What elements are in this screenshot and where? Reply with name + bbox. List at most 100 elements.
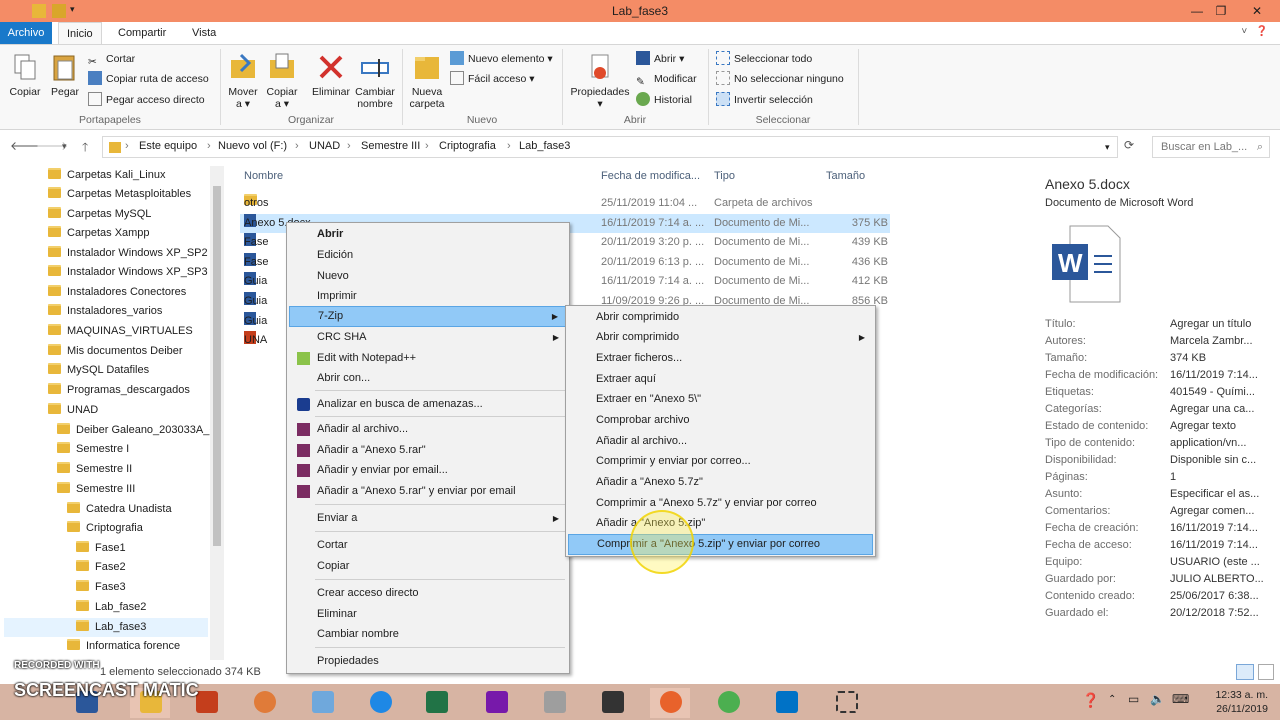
edit-button[interactable]: ✎ Modificar	[636, 70, 697, 88]
tray-arrow-icon[interactable]: ⌃	[1108, 694, 1116, 705]
menu-item-analizar[interactable]: Analizar en busca de amenazas...	[289, 394, 567, 415]
taskbar-excel[interactable]	[416, 688, 456, 718]
open-button[interactable]: Abrir ▾	[636, 50, 684, 68]
property-value[interactable]: Agregar una ca...	[1170, 403, 1275, 415]
system-clock[interactable]: 12:33 a. m. 26/11/2019	[1196, 688, 1268, 716]
menu-item-winrar-rar-email[interactable]: Añadir a "Anexo 5.rar" y enviar por emai…	[289, 481, 567, 502]
taskbar-onenote[interactable]	[476, 688, 516, 718]
tree-item[interactable]: Fase1	[76, 539, 126, 558]
delete-button[interactable]: Eliminar	[308, 51, 354, 98]
tree-item[interactable]: Fase2	[76, 558, 126, 577]
easy-access-button[interactable]: Fácil acceso ▾	[450, 70, 535, 88]
rename-button[interactable]: Cambiar nombre	[352, 51, 398, 110]
submenu-item[interactable]: Extraer ficheros...	[596, 348, 682, 369]
property-value[interactable]: Agregar un título	[1170, 318, 1275, 330]
tree-item[interactable]: Deiber Galeano_203033A_6	[57, 421, 215, 440]
tree-item[interactable]: UNAD	[48, 401, 98, 420]
cut-button[interactable]: ✂ Cortar	[88, 50, 135, 68]
help-icon[interactable]: ˅ ❓	[1241, 26, 1268, 37]
tree-item[interactable]: Programas_descargados	[48, 381, 190, 400]
scrollbar-thumb[interactable]	[213, 186, 221, 546]
column-header-fecha[interactable]: Fecha de modifica...	[601, 170, 700, 182]
taskbar-camera[interactable]	[592, 688, 632, 718]
tab-vista[interactable]: Vista	[184, 22, 224, 44]
submenu-item[interactable]: Comprobar archivo	[596, 410, 690, 431]
tree-item[interactable]: Informatica forence	[67, 637, 180, 656]
crumb-nuevo-vol[interactable]: Nuevo vol (F:)	[218, 140, 287, 152]
large-icons-view-icon[interactable]	[1258, 664, 1274, 680]
property-value[interactable]: Agregar comen...	[1170, 505, 1275, 517]
menu-item-winrar-add[interactable]: Añadir al archivo...	[289, 419, 567, 440]
invert-selection-button[interactable]: Invertir selección	[716, 91, 813, 109]
column-header-nombre[interactable]: Nombre	[244, 170, 283, 182]
paste-shortcut-button[interactable]: Pegar acceso directo	[88, 91, 205, 109]
property-value[interactable]: Especificar el as...	[1170, 488, 1275, 500]
submenu-item[interactable]: Comprimir a "Anexo 5.7z" y enviar por co…	[596, 493, 817, 514]
tree-item[interactable]: Catedra Unadista	[67, 500, 172, 519]
crumb-criptografia[interactable]: Criptografia	[439, 140, 496, 152]
taskbar-app[interactable]	[244, 688, 284, 718]
column-header-tipo[interactable]: Tipo	[714, 170, 735, 182]
taskbar-tool[interactable]	[534, 688, 574, 718]
close-button[interactable]: ✕	[1240, 0, 1274, 22]
menu-item-crear-acceso[interactable]: Crear acceso directo	[317, 583, 419, 604]
search-input[interactable]: Buscar en Lab_... ⌕	[1152, 136, 1270, 158]
paste-button[interactable]: Pegar	[46, 51, 84, 98]
tree-item-selected[interactable]: Lab_fase3	[4, 618, 208, 637]
details-view-icon[interactable]	[1236, 664, 1254, 680]
taskbar-chrome[interactable]	[708, 688, 748, 718]
tree-item[interactable]: Carpetas Metasploitables	[48, 185, 191, 204]
taskbar-app-2[interactable]	[302, 688, 342, 718]
language-icon[interactable]: ⌨	[1172, 692, 1189, 706]
menu-item-crc-sha[interactable]: CRC SHA ▶	[289, 327, 567, 348]
column-header-tamano[interactable]: Tamaño	[826, 170, 865, 182]
menu-item-enviar-a[interactable]: Enviar a ▶	[289, 508, 567, 529]
menu-item-abrir[interactable]: Abrir	[317, 224, 343, 245]
menu-item-7zip[interactable]: 7-Zip ▶	[289, 306, 567, 327]
tree-item[interactable]: Semestre III	[57, 480, 135, 499]
property-value[interactable]: Agregar texto	[1170, 420, 1275, 432]
select-none-button[interactable]: No seleccionar ninguno	[716, 70, 844, 88]
new-item-button[interactable]: Nuevo elemento ▾	[450, 50, 553, 68]
select-all-button[interactable]: Seleccionar todo	[716, 50, 812, 68]
menu-item-eliminar[interactable]: Eliminar	[317, 604, 357, 625]
submenu-item[interactable]: Extraer en "Anexo 5\"	[596, 389, 701, 410]
tree-item[interactable]: Instalador Windows XP_SP3	[48, 263, 208, 282]
history-button[interactable]: Historial	[636, 91, 692, 109]
submenu-item[interactable]: Añadir a "Anexo 5.7z"	[596, 472, 703, 493]
move-to-button[interactable]: Mover a ▾	[224, 51, 262, 110]
up-arrow-icon[interactable]: 🡑	[82, 138, 88, 159]
taskbar-outlook[interactable]	[766, 688, 806, 718]
recent-dropdown-icon[interactable]: ▾	[62, 141, 67, 152]
tree-item[interactable]: Fase3	[76, 578, 126, 597]
submenu-item[interactable]: Extraer aquí	[596, 369, 656, 390]
menu-item-cambiar-nombre[interactable]: Cambiar nombre	[317, 624, 399, 645]
property-value[interactable]: 401549 - Quími...	[1170, 386, 1275, 398]
tree-item[interactable]: MySQL Datafiles	[48, 361, 149, 380]
property-value[interactable]: Marcela Zambr...	[1170, 335, 1275, 347]
crumb-semestre-iii[interactable]: Semestre III	[361, 140, 420, 152]
tree-item[interactable]: Instaladores_varios	[48, 302, 162, 321]
copy-button[interactable]: Copiar	[6, 51, 44, 98]
menu-item-winrar-add-rar[interactable]: Añadir a "Anexo 5.rar"	[289, 440, 567, 461]
tab-compartir[interactable]: Compartir	[110, 22, 174, 44]
refresh-icon[interactable]: ⟳	[1124, 138, 1134, 152]
taskbar-firefox[interactable]	[650, 688, 690, 718]
taskbar-ie[interactable]	[360, 688, 400, 718]
copy-path-button[interactable]: Copiar ruta de acceso	[88, 70, 209, 88]
menu-item-copiar[interactable]: Copiar	[317, 556, 349, 577]
submenu-item[interactable]: Abrir comprimido ▶	[568, 327, 873, 348]
file-row[interactable]: otros 25/11/2019 11:04 ... Carpeta de ar…	[240, 194, 890, 213]
help-tray-icon[interactable]: ❓	[1082, 692, 1099, 709]
crumb-lab-fase3[interactable]: Lab_fase3	[519, 140, 570, 152]
copy-to-button[interactable]: Copiar a ▾	[262, 51, 302, 110]
submenu-item[interactable]: Abrir comprimido	[596, 307, 679, 328]
tree-item[interactable]: Semestre II	[57, 460, 132, 479]
menu-item-propiedades[interactable]: Propiedades	[317, 651, 379, 672]
tree-item[interactable]: Mis documentos Deiber	[48, 342, 183, 361]
new-folder-button[interactable]: Nueva carpeta	[406, 51, 448, 110]
tree-item[interactable]: Criptografia	[67, 519, 143, 538]
menu-item-nuevo[interactable]: Nuevo	[317, 266, 349, 287]
tree-item[interactable]: Carpetas MySQL	[48, 205, 151, 224]
tree-item[interactable]: Semestre I	[57, 440, 129, 459]
